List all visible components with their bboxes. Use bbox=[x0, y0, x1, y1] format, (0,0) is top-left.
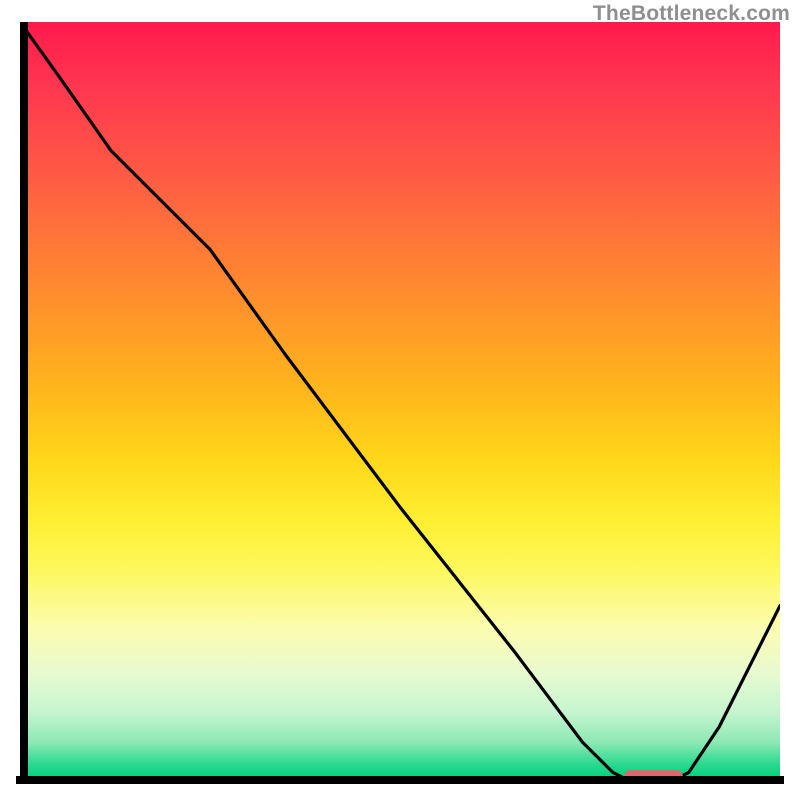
x-axis bbox=[16, 776, 784, 784]
chart-stage: TheBottleneck.com bbox=[0, 0, 800, 800]
watermark-text: TheBottleneck.com bbox=[593, 2, 790, 26]
plot-area bbox=[20, 22, 780, 780]
y-axis bbox=[20, 22, 28, 784]
